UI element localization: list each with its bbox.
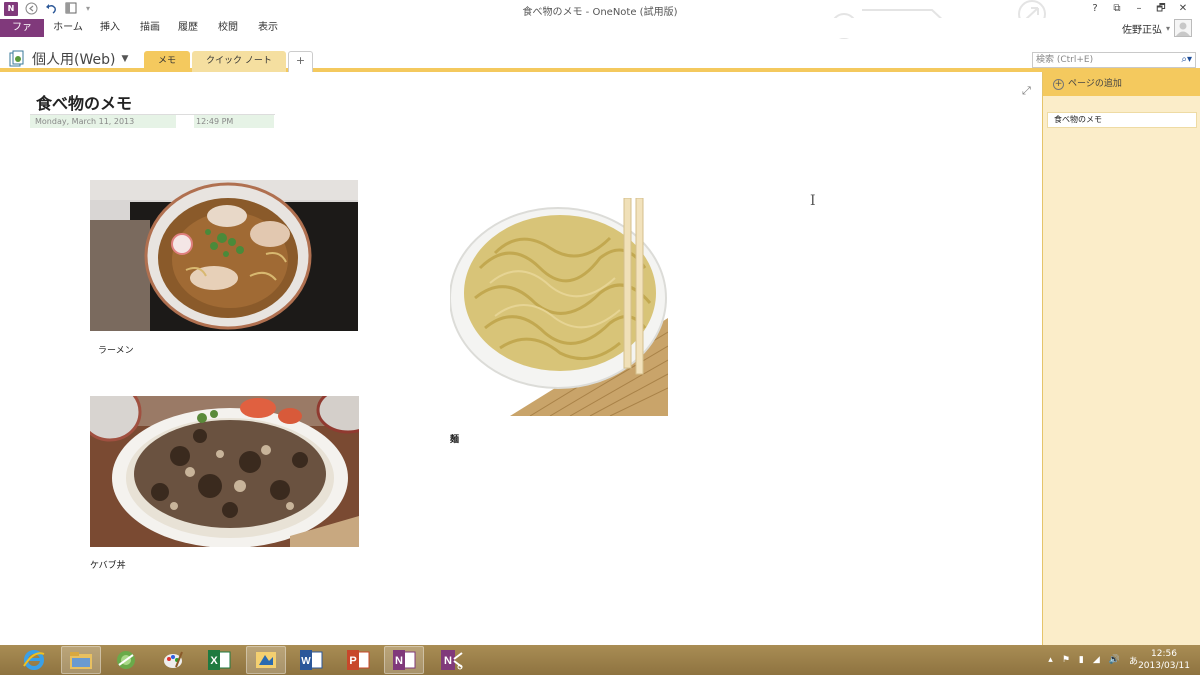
svg-text:N: N [395, 655, 403, 667]
action-center-icon[interactable]: ⚑ [1062, 655, 1070, 665]
title-bar: N ▾ 食べ物のメモ - OneNote (試用版) ? ⧉ – 🗗 ✕ [0, 0, 1200, 39]
onenote-window: N ▾ 食べ物のメモ - OneNote (試用版) ? ⧉ – 🗗 ✕ ファ … [0, 0, 1200, 675]
window-controls: ? ⧉ – 🗗 ✕ [1084, 1, 1194, 17]
ribbon-display-options-button[interactable]: ⧉ [1106, 1, 1128, 17]
ramen-photo[interactable] [90, 180, 358, 331]
volume-icon[interactable]: 🔊 [1109, 655, 1120, 665]
text-cursor-icon: I [810, 193, 816, 209]
notebook-dropdown-icon: ▼ [121, 54, 129, 64]
onenote-logo-icon[interactable]: N [4, 2, 18, 16]
network-icon[interactable]: ◢ [1093, 655, 1100, 665]
word-icon[interactable]: W [291, 646, 331, 674]
ribbon-tab-bar: ファイル ホーム 挿入 描画 履歴 校閲 表示 [0, 18, 1200, 51]
notebook-selector[interactable]: 個人用(Web) ▼ [8, 49, 128, 69]
battery-icon[interactable]: ▮ [1079, 655, 1084, 665]
magnifier-icon[interactable]: ⌕▾ [1181, 53, 1192, 67]
notebook-icon [9, 50, 24, 67]
restore-button[interactable]: 🗗 [1150, 1, 1172, 17]
taskbar: X W P N N ▴ ⚑ ▮ ◢ 🔊 あ 12:56 2013/03/11 [0, 645, 1200, 675]
add-page-icon: + [1053, 78, 1064, 90]
ie-icon[interactable] [14, 646, 54, 674]
user-account[interactable]: 佐野正弘 ▾ [1122, 18, 1192, 38]
tab-review[interactable]: 校閲 [212, 19, 244, 37]
kebab-caption[interactable]: ケバブ丼 [90, 558, 126, 571]
avatar-icon [1174, 19, 1192, 37]
minimize-button[interactable]: – [1128, 1, 1150, 17]
tab-insert[interactable]: 挿入 [94, 19, 126, 37]
page-title[interactable]: 食べ物のメモ [36, 90, 132, 114]
paint-icon[interactable] [153, 646, 193, 674]
help-button[interactable]: ? [1084, 1, 1106, 17]
undo-icon[interactable] [44, 2, 58, 16]
page-list-pane: + ページの追加 食べ物のメモ [1042, 72, 1200, 645]
svg-text:W: W [301, 656, 311, 667]
noodles-photo[interactable] [450, 198, 668, 416]
back-icon[interactable] [24, 2, 38, 16]
quick-access-toolbar: N ▾ [4, 1, 92, 17]
page-list-item[interactable]: 食べ物のメモ [1047, 112, 1197, 128]
notebook-bar: 個人用(Web) ▼ メモ クイック ノート + [0, 46, 1200, 72]
add-page-button[interactable]: + ページの追加 [1043, 72, 1200, 96]
svg-text:X: X [210, 655, 218, 667]
expand-icon[interactable]: ⤢ [1022, 84, 1031, 98]
add-section-button[interactable]: + [287, 51, 314, 72]
tab-history[interactable]: 履歴 [172, 19, 204, 37]
section-tabs: メモ クイック ノート + [144, 51, 314, 72]
section-tab-quick-notes[interactable]: クイック ノート [192, 51, 286, 72]
svg-text:N: N [444, 655, 452, 667]
clock-time: 12:56 [1151, 649, 1177, 659]
system-tray: ▴ ⚑ ▮ ◢ 🔊 あ [1048, 645, 1138, 675]
svg-text:P: P [349, 655, 356, 667]
add-page-label: ページの追加 [1068, 79, 1122, 89]
dock-icon[interactable] [64, 2, 78, 16]
tray-expand-icon[interactable]: ▴ [1048, 655, 1053, 665]
section-tab-memo[interactable]: メモ [144, 51, 191, 72]
notebook-name: 個人用(Web) [32, 52, 116, 68]
tab-view[interactable]: 表示 [252, 19, 284, 37]
close-button[interactable]: ✕ [1172, 1, 1194, 17]
onenote-clipper-icon[interactable]: N [432, 646, 472, 674]
user-dropdown-icon: ▾ [1165, 23, 1170, 33]
tab-home[interactable]: ホーム [50, 19, 86, 37]
kebab-photo[interactable] [90, 396, 359, 547]
excel-icon[interactable]: X [199, 646, 239, 674]
clock[interactable]: 12:56 2013/03/11 [1136, 648, 1192, 672]
tab-draw[interactable]: 描画 [134, 19, 166, 37]
user-name: 佐野正弘 [1121, 24, 1162, 36]
search-input[interactable]: 検索 (Ctrl+E) ⌕▾ [1032, 52, 1196, 68]
page-time[interactable]: 12:49 PM [194, 115, 274, 128]
tab-file[interactable]: ファイル [0, 19, 44, 51]
noodles-caption[interactable]: 麺 [450, 432, 459, 445]
search-placeholder: 検索 (Ctrl+E) [1036, 55, 1094, 65]
onenote-taskbar-icon[interactable]: N [384, 646, 424, 674]
recycle-icon[interactable] [106, 646, 146, 674]
page-date[interactable]: Monday, March 11, 2013 [30, 115, 176, 128]
powerpoint-icon[interactable]: P [338, 646, 378, 674]
file-explorer-icon[interactable] [61, 646, 101, 674]
clock-date: 2013/03/11 [1138, 661, 1190, 671]
page-canvas[interactable]: ⤢ 食べ物のメモ Monday, March 11, 2013 12:49 PM [0, 75, 1042, 645]
tool-icon[interactable] [246, 646, 286, 674]
customize-qat-icon[interactable]: ▾ [84, 2, 92, 16]
ramen-caption[interactable]: ラーメン [98, 343, 134, 356]
